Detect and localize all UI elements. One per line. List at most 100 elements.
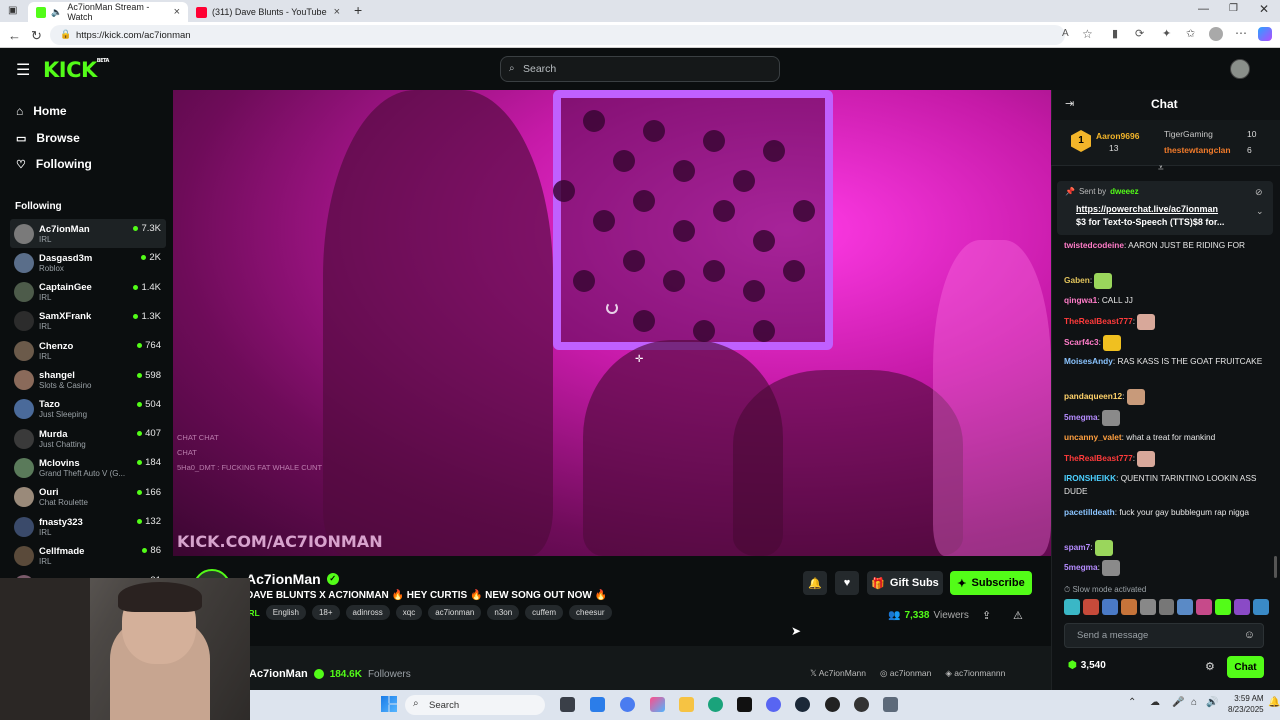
stream-tag[interactable]: cheesur xyxy=(569,605,612,620)
store-icon[interactable] xyxy=(590,697,605,712)
profile-avatar[interactable] xyxy=(1209,27,1223,41)
sidebar-item-following[interactable]: ♡ Following xyxy=(16,157,92,171)
chat-message[interactable]: qingwa1: CALL JJ xyxy=(1064,294,1264,307)
read-aloud-icon[interactable]: A xyxy=(1062,28,1069,39)
chat-username[interactable]: qingwa1 xyxy=(1064,295,1097,305)
notification-bell-button[interactable]: 🔔 xyxy=(803,571,827,595)
obs-icon[interactable] xyxy=(825,697,840,712)
chat-username[interactable]: Scarf4c3 xyxy=(1064,337,1099,347)
unpin-icon[interactable]: ⊘ xyxy=(1255,187,1263,198)
chat-username[interactable]: Gaben xyxy=(1064,275,1090,285)
gift-subs-button[interactable]: 🎁 Gift Subs xyxy=(867,571,943,595)
edge-browser-icon[interactable] xyxy=(708,697,723,712)
stream-tag[interactable]: cuffem xyxy=(525,605,564,620)
extension-icon[interactable]: ▮ xyxy=(1112,27,1118,40)
chat-message[interactable]: pacetilldeath: fuck your gay bubblegum r… xyxy=(1064,506,1264,519)
copilot-app-icon[interactable] xyxy=(650,697,665,712)
user-avatar[interactable] xyxy=(1230,59,1250,79)
chat-scrollbar[interactable] xyxy=(1274,556,1277,578)
more-menu-icon[interactable]: ⋯ xyxy=(1235,26,1247,40)
pinned-sender[interactable]: dweeez xyxy=(1110,187,1138,196)
speaker-icon[interactable]: 🔈 xyxy=(51,7,62,18)
social-link-x[interactable]: 𝕏 Ac7ionMann xyxy=(810,668,866,679)
send-chat-button[interactable]: Chat xyxy=(1227,656,1264,678)
channel-points[interactable]: ⬢ 3,540 xyxy=(1068,660,1106,671)
chat-username[interactable]: 5megma xyxy=(1064,562,1098,572)
stream-tag[interactable]: ac7ionman xyxy=(428,605,482,620)
close-icon[interactable]: × xyxy=(334,6,340,18)
steam-icon[interactable] xyxy=(795,697,810,712)
extensions-puzzle-icon[interactable]: ✦ xyxy=(1162,27,1171,40)
chat-message[interactable]: twistedcodeine: AARON JUST BE RIDING FOR xyxy=(1064,239,1264,252)
chat-message[interactable]: MoisesAndy: RAS KASS IS THE GOAT FRUITCA… xyxy=(1064,355,1264,368)
chat-username[interactable]: spam7 xyxy=(1064,542,1090,552)
emoji-icon[interactable]: ☺ xyxy=(1244,629,1255,641)
chat-message[interactable]: spam7: xyxy=(1064,540,1264,556)
chat-username[interactable]: 5megma xyxy=(1064,412,1098,422)
close-icon[interactable]: × xyxy=(174,6,180,18)
following-item[interactable]: Ouri Chat Roulette 166 xyxy=(10,483,166,512)
chevron-down-icon[interactable]: ⌄ xyxy=(1256,206,1264,217)
tab-kick[interactable]: 🔈 Ac7ionMan Stream - Watch × xyxy=(28,2,188,22)
stream-tag[interactable]: adinross xyxy=(345,605,390,620)
social-link-discord[interactable]: ◈ ac7ionmannn xyxy=(945,668,1005,679)
emote-icon[interactable] xyxy=(1158,599,1175,615)
sidebar-item-browse[interactable]: ▭ Browse xyxy=(16,131,80,145)
chat-message[interactable]: Scarf4c3: xyxy=(1064,335,1264,351)
following-item[interactable]: Dasgasd3m Roblox 2K xyxy=(10,248,166,277)
search-input[interactable]: ⌕ Search xyxy=(500,56,780,82)
following-item[interactable]: Cellfmade IRL 86 xyxy=(10,541,166,570)
emote-icon[interactable] xyxy=(1196,599,1213,615)
file-explorer-icon[interactable] xyxy=(679,697,694,712)
following-item[interactable]: fnasty323 IRL 132 xyxy=(10,512,166,541)
expand-gifters-icon[interactable]: ⩡ xyxy=(1158,163,1164,174)
taskbar-search[interactable]: ⌕ Search xyxy=(405,695,545,715)
pinned-link[interactable]: https://powerchat.live/ac7ionman xyxy=(1076,204,1218,214)
emote-icon[interactable] xyxy=(1139,599,1156,615)
emote-icon[interactable] xyxy=(1064,599,1080,615)
emote-icon[interactable] xyxy=(1253,599,1269,615)
discord-icon[interactable] xyxy=(766,697,781,712)
following-item[interactable]: Mclovins Grand Theft Auto V (G... 184 xyxy=(10,453,166,482)
following-item[interactable]: Chenzo IRL 764 xyxy=(10,336,166,365)
follow-heart-button[interactable]: ♥ xyxy=(835,571,859,595)
settings-icon[interactable] xyxy=(883,697,898,712)
volume-icon[interactable]: 🔊 xyxy=(1206,697,1218,708)
subscribe-button[interactable]: ✦ Subscribe xyxy=(950,571,1032,595)
stream-tag[interactable]: 18+ xyxy=(311,605,340,620)
collapse-chat-icon[interactable]: ⇥ xyxy=(1065,97,1074,110)
refresh-icon[interactable]: ↻ xyxy=(31,28,42,44)
stream-tag[interactable]: xqc xyxy=(395,605,423,620)
chat-username[interactable]: pacetilldeath xyxy=(1064,507,1115,517)
following-item[interactable]: Tazo Just Sleeping 504 xyxy=(10,395,166,424)
clock[interactable]: 3:59 AM 8/23/2025 xyxy=(1228,693,1264,715)
chat-username[interactable]: twistedcodeine xyxy=(1064,240,1124,250)
share-icon[interactable]: ⇪ xyxy=(982,609,991,622)
following-item[interactable]: shangel Slots & Casino 598 xyxy=(10,366,166,395)
social-link-instagram[interactable]: ◎ ac7ionman xyxy=(880,668,931,679)
sidebar-item-home[interactable]: ⌂ Home xyxy=(16,104,67,118)
favorites-icon[interactable]: ✩ xyxy=(1186,27,1195,40)
report-icon[interactable]: ⚠ xyxy=(1013,609,1023,622)
chat-message[interactable]: 5megma: xyxy=(1064,410,1264,426)
tab-youtube[interactable]: (311) Dave Blunts - YouTube × xyxy=(188,2,348,22)
chat-username[interactable]: IRONSHEIKK xyxy=(1064,473,1116,483)
task-view-icon[interactable] xyxy=(560,697,575,712)
chat-input[interactable]: Send a message ☺ xyxy=(1064,623,1264,648)
tray-chevron-icon[interactable]: ⌃ xyxy=(1128,697,1136,708)
emote-icon[interactable] xyxy=(1177,599,1194,615)
tiktok-icon[interactable] xyxy=(737,697,752,712)
network-icon[interactable]: ⌂ xyxy=(1191,697,1197,708)
notifications-icon[interactable]: 🔔 xyxy=(1268,697,1280,708)
chat-message[interactable]: 5megma: xyxy=(1064,560,1264,576)
chat-settings-icon[interactable]: ⚙ xyxy=(1205,660,1215,673)
emote-icon[interactable] xyxy=(1234,599,1251,615)
stream-tag[interactable]: n3on xyxy=(487,605,520,620)
copilot-icon[interactable] xyxy=(1258,27,1272,41)
chat-username[interactable]: TheRealBeast777 xyxy=(1064,316,1133,326)
chat-message[interactable]: IRONSHEIKK: QUENTIN TARINTINO LOOKIN ASS… xyxy=(1064,472,1264,498)
video-player[interactable]: ✛ CHAT CHAT CHAT 5Ha0_DMT : FUCKING FAT … xyxy=(173,90,1051,556)
chat-message[interactable]: TheRealBeast777: xyxy=(1064,314,1264,330)
chat-message[interactable]: uncanny_valet: what a treat for mankind xyxy=(1064,431,1264,444)
following-item[interactable]: SamXFrank IRL 1.3K xyxy=(10,307,166,336)
